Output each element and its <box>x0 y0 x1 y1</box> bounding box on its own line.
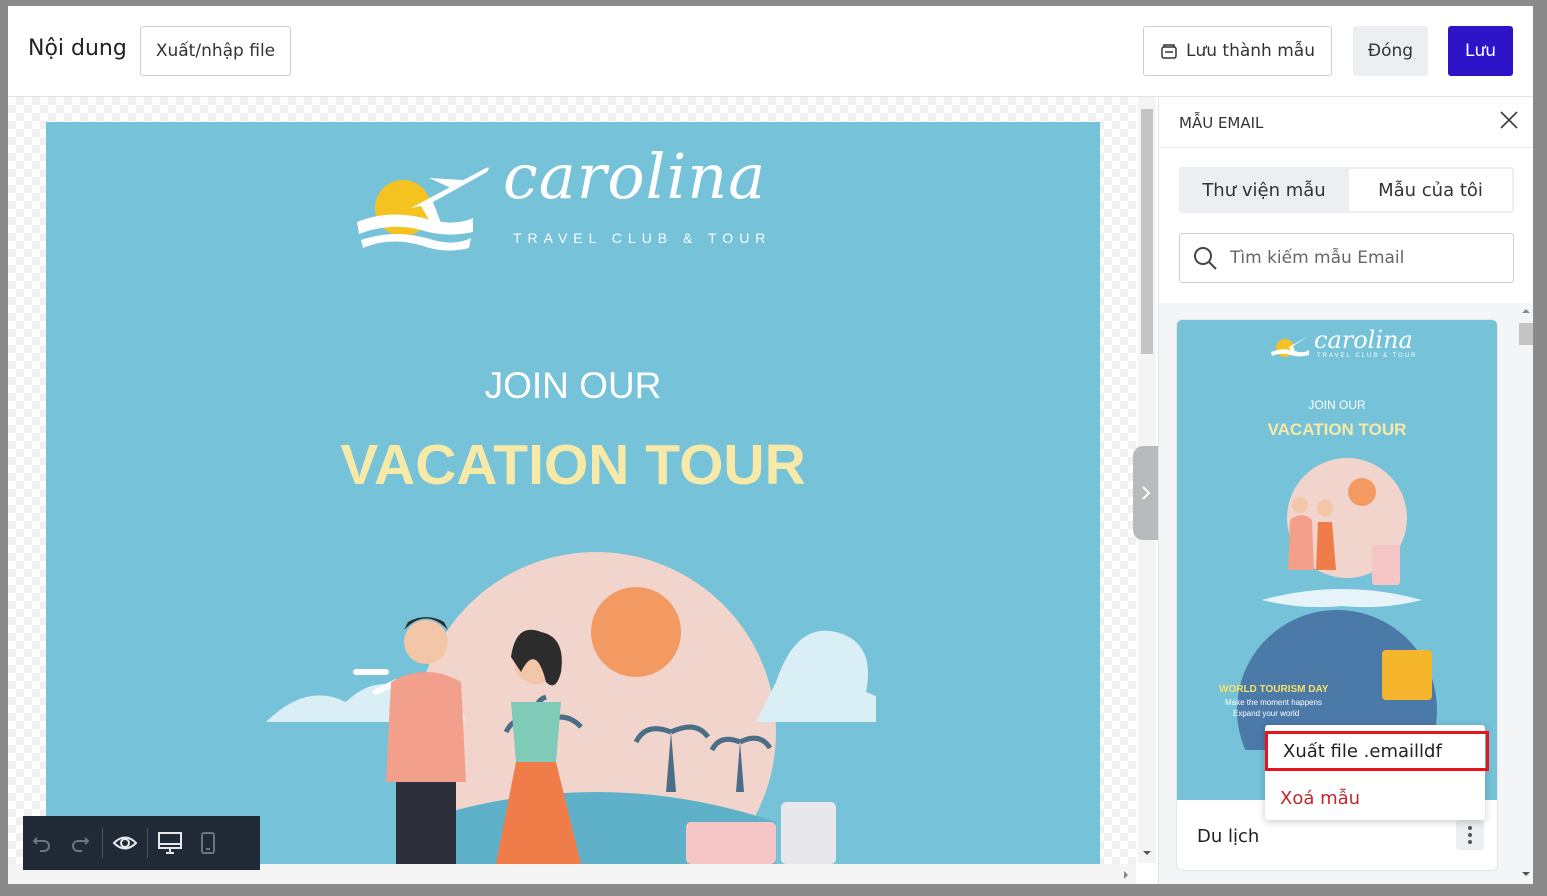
desktop-view-button[interactable] <box>151 816 189 870</box>
headline-big: VACATION TOUR <box>340 433 806 497</box>
redo-button[interactable] <box>61 816 99 870</box>
delete-template-menu-item[interactable]: Xoá mẫu <box>1265 778 1485 818</box>
scroll-right-arrow-icon[interactable] <box>1122 870 1130 880</box>
template-name: Du lịch <box>1197 826 1260 847</box>
panel-close-button[interactable] <box>1496 107 1522 133</box>
undo-icon <box>32 837 50 852</box>
tab-template-library[interactable]: Thư viện mẫu <box>1181 169 1347 211</box>
list-scroll-down-icon[interactable] <box>1521 870 1531 878</box>
editor-toolbar <box>23 816 260 870</box>
logo-wordmark: carolina <box>503 140 767 213</box>
thumb-headline-big: VACATION TOUR <box>1267 420 1407 439</box>
list-scrollbar[interactable] <box>1516 303 1533 884</box>
editor-canvas[interactable]: carolina TRAVEL CLUB & TOUR JOIN OUR VAC… <box>8 97 1136 884</box>
top-bar: Nội dung Xuất/nhập file Lưu thành mẫu Đó… <box>8 6 1533 97</box>
divider <box>1159 147 1533 148</box>
template-more-button[interactable] <box>1456 820 1484 850</box>
save-as-template-label: Lưu thành mẫu <box>1186 41 1315 61</box>
template-tabs: Thư viện mẫu Mẫu của tôi <box>1179 167 1514 213</box>
search-input[interactable] <box>1228 247 1502 269</box>
thumb-logo-icon <box>1271 336 1309 357</box>
desktop-icon <box>158 832 182 854</box>
thumb-logo-wordmark: carolina <box>1314 326 1413 354</box>
thumb-tagline-2: Expand your world <box>1233 709 1300 718</box>
logo-tagline: TRAVEL CLUB & TOUR <box>513 230 772 246</box>
logo-sun-plane-icon <box>357 167 489 251</box>
search-icon <box>1194 247 1217 270</box>
page-title: Nội dung <box>28 36 127 61</box>
template-search <box>1179 233 1514 283</box>
vacation-illustration <box>266 552 876 864</box>
eye-icon <box>112 836 138 850</box>
mobile-view-button[interactable] <box>189 816 227 870</box>
export-emailldf-menu-item[interactable]: Xuất file .emailldf <box>1265 731 1489 771</box>
list-scrollbar-thumb[interactable] <box>1519 323 1533 345</box>
preview-button[interactable] <box>106 816 144 870</box>
template-context-menu: Xuất file .emailldf Xoá mẫu <box>1265 725 1489 820</box>
thumb-logo-tagline: TRAVEL CLUB & TOUR <box>1317 353 1418 359</box>
toolbar-divider <box>147 828 148 858</box>
save-as-template-button[interactable]: Lưu thành mẫu <box>1143 26 1332 76</box>
toolbar-divider <box>102 828 103 858</box>
close-icon <box>1500 111 1518 129</box>
panel-title: MẪU EMAIL <box>1179 114 1264 132</box>
email-preview[interactable]: carolina TRAVEL CLUB & TOUR JOIN OUR VAC… <box>46 122 1100 864</box>
redo-icon <box>72 837 90 852</box>
close-button[interactable]: Đóng <box>1353 26 1428 76</box>
list-scroll-up-icon[interactable] <box>1521 307 1531 315</box>
canvas-scrollbar-thumb[interactable] <box>1141 109 1153 354</box>
thumb-world-tourism: WORLD TOURISM DAY <box>1219 684 1329 695</box>
thumb-headline-small: JOIN OUR <box>1308 398 1366 412</box>
mobile-icon <box>201 832 215 854</box>
save-button[interactable]: Lưu <box>1448 26 1513 76</box>
chevron-right-icon <box>1142 486 1151 500</box>
thumb-tagline-1: Make the moment happens <box>1225 698 1322 707</box>
undo-button[interactable] <box>23 816 61 870</box>
export-import-button[interactable]: Xuất/nhập file <box>140 26 291 76</box>
tab-my-templates[interactable]: Mẫu của tôi <box>1349 169 1512 211</box>
template-icon <box>1161 44 1177 59</box>
headline-small: JOIN OUR <box>484 365 662 406</box>
panel-toggle-button[interactable] <box>1133 446 1159 540</box>
scroll-down-arrow-icon[interactable] <box>1142 849 1152 857</box>
more-vertical-icon <box>1468 826 1472 844</box>
